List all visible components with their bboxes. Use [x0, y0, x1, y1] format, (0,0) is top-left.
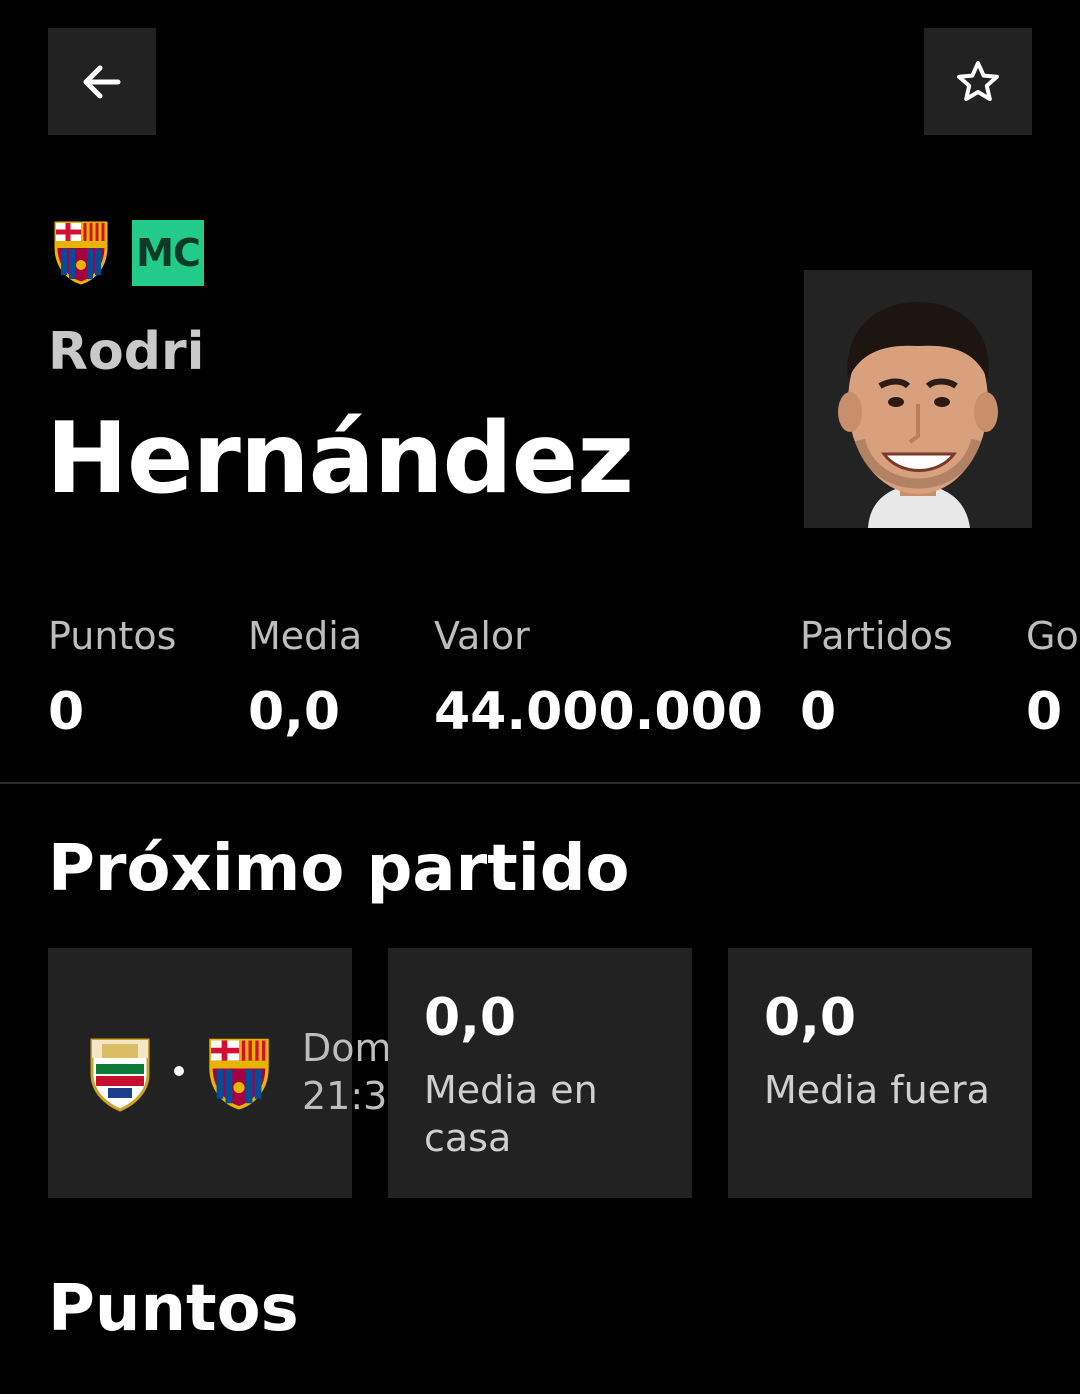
player-last-name: Hernández [46, 402, 634, 516]
stat-value: 0 [1026, 682, 1063, 742]
player-photo [804, 270, 1032, 528]
away-average-label: Media fuera [764, 1068, 990, 1112]
star-outline-icon [957, 60, 999, 101]
club-crest-icon [54, 221, 108, 285]
stat-label: Valor [434, 614, 530, 658]
stat-valor: Valor 44.000.000 [434, 612, 763, 742]
home-average-value: 0,0 [424, 988, 517, 1048]
stat-label: Media [248, 614, 363, 658]
points-section-title: Puntos [48, 1272, 299, 1346]
stat-goles: Goles 0 [1026, 612, 1080, 742]
stat-label: Puntos [48, 614, 177, 658]
club-crest-icon [209, 1038, 269, 1110]
stat-puntos: Puntos 0 [48, 612, 176, 742]
stat-value: 0,0 [248, 682, 341, 742]
home-average-card: 0,0 Media en casa [388, 948, 692, 1198]
stat-partidos: Partidos 0 [800, 612, 953, 742]
player-first-name: Rodri [48, 322, 205, 382]
stat-media: Media 0,0 [248, 612, 362, 742]
favorite-button[interactable] [924, 28, 1032, 135]
next-match-card[interactable]: Dom 21:30 [48, 948, 412, 1198]
stat-label: Partidos [800, 614, 953, 658]
arrow-left-icon [83, 65, 121, 98]
elche-crest-icon [90, 1038, 150, 1112]
stat-value: 0 [800, 682, 837, 742]
position-badge: MC [132, 220, 204, 286]
divider [0, 782, 1080, 784]
next-match-title: Próximo partido [48, 832, 630, 906]
match-separator-dot [174, 1066, 184, 1076]
stat-value: 0 [48, 682, 85, 742]
away-average-value: 0,0 [764, 988, 857, 1048]
home-average-label: Media en casa [424, 1068, 598, 1160]
away-average-card: 0,0 Media fuera [728, 948, 1032, 1198]
back-button[interactable] [48, 28, 156, 135]
stat-label: Goles [1026, 614, 1080, 658]
stat-value: 44.000.000 [434, 682, 763, 742]
